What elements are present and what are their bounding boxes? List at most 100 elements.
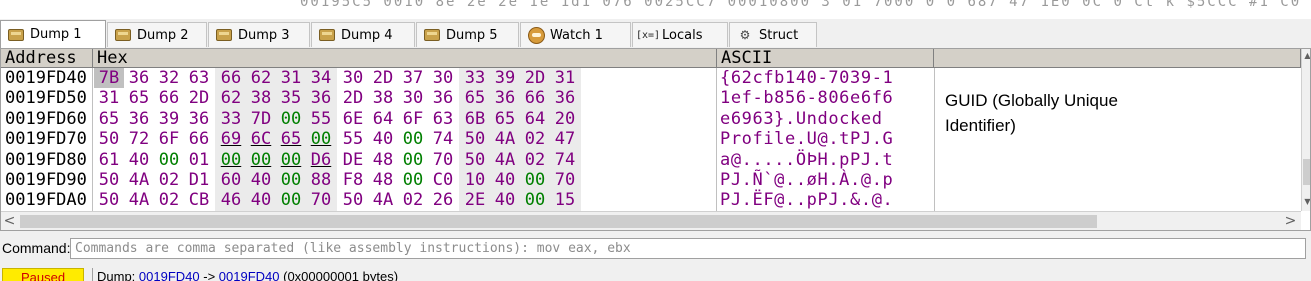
hex-byte[interactable]: D1 (184, 170, 214, 190)
hex-byte[interactable]: 63 (428, 109, 458, 129)
hex-column-header[interactable]: Hex (93, 49, 717, 68)
hex-byte[interactable]: 36 (428, 88, 458, 108)
hex-byte[interactable]: 65 (124, 88, 154, 108)
hex-byte[interactable]: 55 (338, 129, 368, 149)
hex-byte[interactable]: 6F (154, 129, 184, 149)
hex-byte[interactable]: 88 (306, 170, 336, 190)
address-cell[interactable]: 0019FD60 (1, 109, 93, 129)
hex-byte[interactable]: 38 (246, 88, 276, 108)
hex-column[interactable]: 7B 36 32 63 66 62 31 34 30 2D 37 30 33 39 2D 31 31 65 66 2D… (93, 68, 717, 211)
hex-row[interactable]: 61 40 00 01 00 00 00 D6 DE 48 00 70 50 4A 02 74 (93, 149, 717, 170)
hex-byte[interactable]: DE (338, 150, 368, 170)
hex-byte[interactable]: 47 (550, 129, 580, 149)
hex-byte[interactable]: 36 (124, 109, 154, 129)
address-column-header[interactable]: Address (1, 49, 93, 68)
hex-row[interactable]: 31 65 66 2D 62 38 35 36 2D 38 30 36 65 36 66 36 (93, 88, 717, 109)
hex-byte[interactable]: 50 (460, 150, 490, 170)
hex-byte[interactable]: 36 (124, 68, 154, 88)
hex-byte[interactable]: 65 (490, 109, 520, 129)
ascii-column-header[interactable]: ASCII (717, 49, 934, 68)
command-input[interactable] (70, 238, 1306, 259)
hex-byte[interactable]: 02 (398, 190, 428, 210)
vertical-scroll-thumb[interactable] (1303, 159, 1310, 185)
hex-byte[interactable]: 00 (398, 150, 428, 170)
hex-byte[interactable]: 00 (216, 150, 246, 170)
hex-byte[interactable]: 02 (520, 129, 550, 149)
hex-byte[interactable]: 60 (216, 170, 246, 190)
hex-byte[interactable]: 33 (216, 109, 246, 129)
tab-dump-1[interactable]: Dump 1 (0, 20, 106, 48)
hex-byte[interactable]: 10 (460, 170, 490, 190)
hex-byte[interactable]: 36 (490, 88, 520, 108)
hex-byte[interactable]: 33 (460, 68, 490, 88)
dump-panel[interactable]: Address Hex ASCII 0019FD40 0019FD50 0019FD… (0, 48, 1311, 231)
hex-byte[interactable]: 37 (398, 68, 428, 88)
vertical-scrollbar[interactable]: ▲ ▼ (1301, 49, 1310, 211)
hex-byte[interactable]: 01 (184, 150, 214, 170)
ascii-cell[interactable]: 1ef-b856-806e6f6 (717, 88, 934, 108)
tab-dump-3[interactable]: Dump 3 (208, 22, 310, 47)
status-end-address[interactable]: 0019FD40 (219, 269, 280, 281)
hex-byte[interactable]: 50 (94, 129, 124, 149)
hex-byte[interactable]: 39 (490, 68, 520, 88)
hex-byte[interactable]: D6 (306, 150, 336, 170)
hex-byte[interactable]: 00 (520, 190, 550, 210)
hex-byte[interactable]: 30 (338, 68, 368, 88)
hex-byte[interactable]: 72 (124, 129, 154, 149)
scroll-down-icon[interactable]: ▼ (1303, 197, 1310, 207)
hex-byte[interactable]: 50 (94, 190, 124, 210)
ascii-cell[interactable]: PJ.ËF@..pPJ.&.@. (717, 190, 934, 210)
hex-byte[interactable]: 70 (550, 170, 580, 190)
hex-byte[interactable]: 40 (124, 150, 154, 170)
tab-watch-1[interactable]: Watch 1 (520, 22, 631, 47)
hex-byte[interactable]: 7B (94, 68, 124, 89)
hex-byte[interactable]: F8 (338, 170, 368, 190)
ascii-cell[interactable]: PJ.Ñ`@..øH.À.@.p (717, 170, 934, 190)
hex-byte[interactable]: 4A (124, 170, 154, 190)
hex-byte[interactable]: 50 (338, 190, 368, 210)
hex-byte[interactable]: 31 (550, 68, 580, 88)
hex-byte[interactable]: 2D (184, 88, 214, 108)
hex-byte[interactable]: 31 (276, 68, 306, 88)
hex-byte[interactable]: 40 (490, 190, 520, 210)
hex-byte[interactable]: 34 (306, 68, 336, 88)
tab-struct[interactable]: ⚙ Struct (729, 22, 817, 47)
comment-column-header[interactable] (934, 49, 1301, 68)
hex-byte[interactable]: 70 (428, 150, 458, 170)
hex-byte[interactable]: 2D (368, 68, 398, 88)
hex-byte[interactable]: 55 (306, 109, 336, 129)
address-cell[interactable]: 0019FD80 (1, 150, 93, 170)
hex-byte[interactable]: 4A (490, 129, 520, 149)
hex-byte[interactable]: 00 (520, 170, 550, 190)
hex-row[interactable]: 50 4A 02 D1 60 40 00 88 F8 48 00 C0 10 40 00 70 (93, 169, 717, 191)
ascii-cell[interactable]: a@.....ÖÞH.pPJ.t (717, 150, 934, 170)
hex-byte[interactable]: 20 (550, 109, 580, 129)
scroll-left-icon[interactable]: < (1, 212, 18, 230)
hex-byte[interactable]: 39 (154, 109, 184, 129)
address-cell[interactable]: 0019FDA0 (1, 190, 93, 210)
hex-byte[interactable]: 65 (94, 109, 124, 129)
hex-byte[interactable]: 6F (398, 109, 428, 129)
hex-byte[interactable]: 65 (460, 88, 490, 108)
tab-dump-2[interactable]: Dump 2 (107, 22, 207, 47)
address-column[interactable]: 0019FD40 0019FD50 0019FD60 0019FD70 0019FD80… (1, 68, 93, 211)
hex-byte[interactable]: 36 (184, 109, 214, 129)
hex-byte[interactable]: 66 (184, 129, 214, 149)
hex-byte[interactable]: 62 (246, 68, 276, 88)
hex-byte[interactable]: 02 (154, 170, 184, 190)
hex-byte[interactable]: 61 (94, 150, 124, 170)
hex-byte[interactable]: 74 (550, 150, 580, 170)
ascii-column[interactable]: {62cfb140-7039-1 1ef-b856-806e6f6 e6963}.U… (717, 68, 934, 211)
hex-byte[interactable]: 00 (276, 170, 306, 190)
scroll-up-icon[interactable]: ▲ (1303, 51, 1310, 61)
tab-dump-5[interactable]: Dump 5 (416, 22, 519, 47)
hex-byte[interactable]: 40 (246, 170, 276, 190)
hex-byte[interactable]: 6C (246, 129, 276, 149)
hex-byte[interactable]: 70 (306, 190, 336, 210)
hex-byte[interactable]: 74 (428, 129, 458, 149)
tab-dump-4[interactable]: Dump 4 (311, 22, 415, 47)
hex-byte[interactable]: 4A (490, 150, 520, 170)
hex-byte[interactable]: 4A (368, 190, 398, 210)
hex-byte[interactable]: 66 (520, 88, 550, 108)
hex-byte[interactable]: 64 (368, 109, 398, 129)
